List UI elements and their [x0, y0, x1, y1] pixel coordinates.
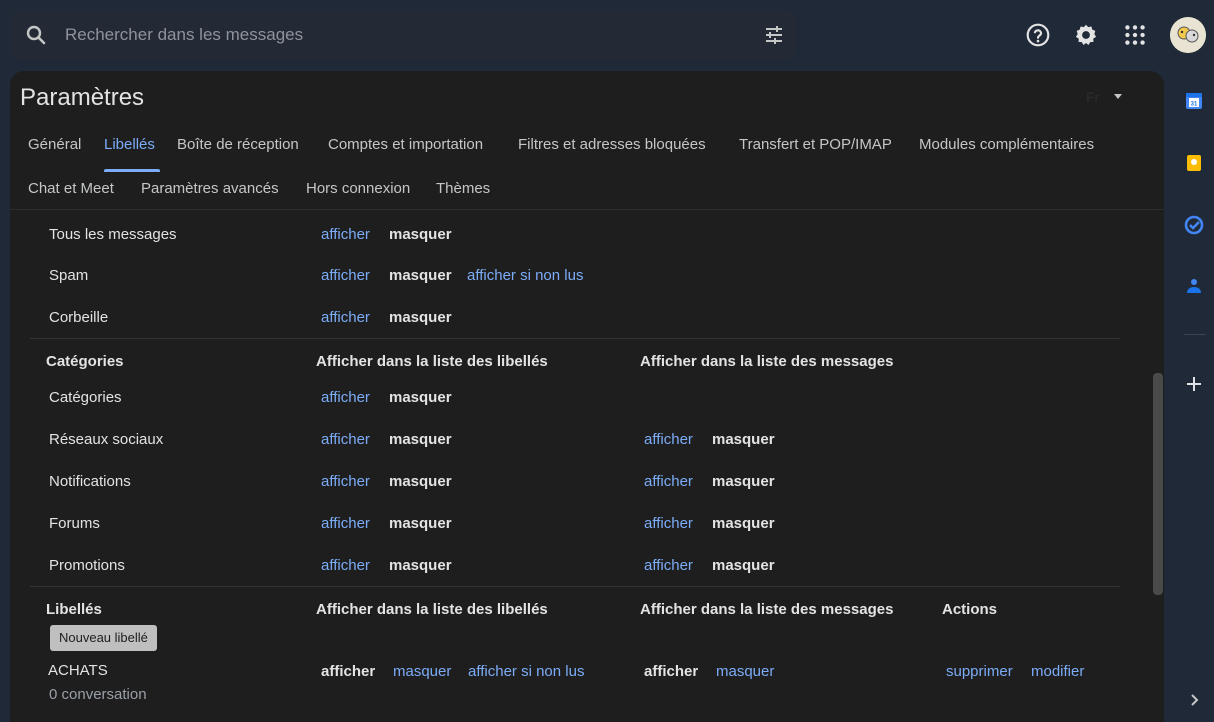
category-name: Réseaux sociaux	[49, 431, 164, 448]
hide-selected: masquer	[389, 473, 452, 490]
active-tab-indicator	[104, 169, 160, 172]
tab-general[interactable]: Général	[28, 136, 81, 153]
page-title: Paramètres	[20, 84, 145, 111]
delete-link[interactable]: supprimer	[946, 663, 1013, 680]
tab-forwarding[interactable]: Transfert et POP/IMAP	[739, 136, 892, 153]
show-link[interactable]: afficher	[321, 389, 370, 406]
message-hide-selected: masquer	[712, 515, 775, 532]
svg-text:31: 31	[1191, 102, 1198, 108]
show-if-unread-link[interactable]: afficher si non lus	[467, 267, 583, 284]
tab-advanced[interactable]: Paramètres avancés	[141, 180, 279, 197]
scrollbar-thumb[interactable]	[1153, 373, 1163, 595]
show-link[interactable]: afficher	[321, 431, 370, 448]
search-bar[interactable]: Rechercher dans les messages	[10, 10, 796, 60]
show-link[interactable]: afficher	[321, 515, 370, 532]
hide-selected: masquer	[389, 309, 452, 326]
avatar[interactable]	[1170, 17, 1206, 53]
label-conversation-count: 0 conversation	[49, 686, 147, 703]
categories-header: Catégories	[46, 353, 124, 370]
column-header-label-list: Afficher dans la liste des libellés	[316, 353, 548, 370]
column-header-actions: Actions	[942, 601, 998, 618]
column-header-label-list: Afficher dans la liste des libellés	[316, 601, 548, 618]
message-hide-selected: masquer	[712, 557, 775, 574]
section-divider	[30, 586, 1120, 587]
chevron-right-icon[interactable]	[1184, 690, 1204, 710]
help-icon[interactable]	[1025, 22, 1051, 48]
rail-divider	[1184, 334, 1206, 335]
label-name: Corbeille	[49, 309, 109, 326]
message-show-link[interactable]: afficher	[644, 515, 693, 532]
hide-selected: masquer	[389, 431, 452, 448]
show-link[interactable]: afficher	[321, 473, 370, 490]
avatar-image	[1170, 17, 1206, 53]
tasks-icon[interactable]	[1184, 215, 1204, 235]
tune-icon[interactable]	[762, 23, 786, 47]
chevron-down-icon[interactable]	[1114, 94, 1122, 99]
keep-icon[interactable]	[1184, 153, 1204, 173]
tab-themes[interactable]: Thèmes	[436, 180, 490, 197]
tab-chat-meet[interactable]: Chat et Meet	[28, 180, 114, 197]
category-name: Catégories	[49, 389, 122, 406]
message-show-link[interactable]: afficher	[644, 473, 693, 490]
plus-icon[interactable]	[1184, 374, 1204, 394]
show-if-unread-link[interactable]: afficher si non lus	[468, 663, 584, 680]
labels-header: Libellés	[46, 601, 102, 618]
contacts-icon[interactable]	[1184, 276, 1204, 296]
settings-icon[interactable]	[1073, 22, 1099, 48]
edit-link[interactable]: modifier	[1031, 663, 1084, 680]
tab-filters[interactable]: Filtres et adresses bloquées	[518, 136, 706, 153]
message-show-selected: afficher	[644, 663, 699, 680]
message-hide-selected: masquer	[712, 473, 775, 490]
calendar-icon[interactable]: 31	[1184, 91, 1204, 111]
hide-selected: masquer	[389, 389, 452, 406]
message-show-link[interactable]: afficher	[644, 557, 693, 574]
column-header-message-list: Afficher dans la liste des messages	[640, 601, 894, 618]
search-icon[interactable]	[24, 23, 48, 47]
hide-link[interactable]: masquer	[393, 663, 451, 680]
category-name: Forums	[49, 515, 100, 532]
label-name: ACHATS	[48, 662, 108, 679]
tab-inbox[interactable]: Boîte de réception	[177, 136, 299, 153]
settings-panel: Paramètres Fr Général Libellés Boîte de …	[10, 71, 1164, 722]
message-hide-selected: masquer	[712, 431, 775, 448]
show-link[interactable]: afficher	[321, 309, 370, 326]
label-name: Tous les messages	[49, 226, 177, 243]
message-hide-link[interactable]: masquer	[716, 663, 774, 680]
category-name: Promotions	[49, 557, 125, 574]
category-name: Notifications	[49, 473, 131, 490]
section-divider	[30, 338, 1120, 339]
column-header-message-list: Afficher dans la liste des messages	[640, 353, 894, 370]
show-link[interactable]: afficher	[321, 557, 370, 574]
new-label-button[interactable]: Nouveau libellé	[50, 625, 157, 651]
hide-selected: masquer	[389, 267, 452, 284]
show-link[interactable]: afficher	[321, 267, 370, 284]
hide-selected: masquer	[389, 226, 452, 243]
tab-offline[interactable]: Hors connexion	[306, 180, 410, 197]
tab-accounts[interactable]: Comptes et importation	[328, 136, 483, 153]
message-show-link[interactable]: afficher	[644, 431, 693, 448]
tab-labels[interactable]: Libellés	[104, 136, 155, 153]
show-link[interactable]: afficher	[321, 226, 370, 243]
show-selected: afficher	[321, 663, 376, 680]
language-selector[interactable]: Fr	[1086, 89, 1099, 105]
label-name: Spam	[49, 267, 89, 284]
tab-addons[interactable]: Modules complémentaires	[919, 136, 1094, 153]
hide-selected: masquer	[389, 557, 452, 574]
hide-selected: masquer	[389, 515, 452, 532]
search-input[interactable]: Rechercher dans les messages	[65, 25, 303, 45]
top-bar: Rechercher dans les messages	[0, 0, 1214, 70]
apps-icon[interactable]	[1122, 22, 1148, 48]
tabs-divider	[10, 209, 1164, 210]
